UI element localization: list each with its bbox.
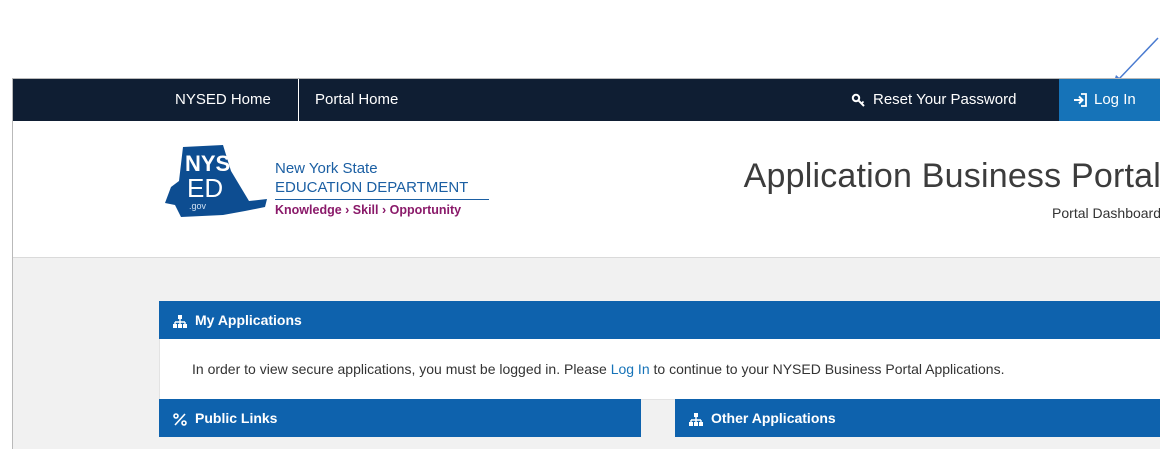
org-divider [275,199,489,200]
site-header: NYS ED .gov New York State EDUCATION DEP… [13,121,1160,258]
other-applications-header: Other Applications [675,399,1160,437]
inline-login-link[interactable]: Log In [611,361,650,377]
message-text-start: In order to view secure applications, yo… [192,361,611,377]
org-tagline: Knowledge › Skill › Opportunity [275,203,462,217]
message-text-end: to continue to your NYSED Business Porta… [649,361,1005,377]
nav-divider [298,79,299,121]
page-subtitle: Portal Dashboard [1052,205,1160,221]
public-links-header: Public Links [159,399,641,437]
page-title: Application Business Portal [743,157,1160,195]
link-icon [173,412,187,426]
my-applications-title: My Applications [195,312,302,328]
public-links-title: Public Links [195,410,278,426]
org-name-block: New York State EDUCATION DEPARTMENT Know… [275,159,505,217]
login-label: Log In [1094,91,1136,108]
nys-map-icon: NYS ED .gov [165,145,267,217]
nysed-home-link[interactable]: NYSED Home [175,79,271,121]
nysed-logo[interactable]: NYS ED .gov [161,141,271,231]
sign-in-icon [1074,93,1087,107]
logo-gov-text: .gov [189,201,207,211]
org-line-state: New York State [275,160,378,177]
portal-home-link[interactable]: Portal Home [315,79,398,121]
my-applications-body: In order to view secure applications, yo… [159,339,1160,400]
top-navigation-bar: NYSED Home Portal Home Reset Your Passwo… [13,79,1160,121]
sitemap-icon [689,412,703,426]
org-line-department: EDUCATION DEPARTMENT [275,179,469,196]
login-button[interactable]: Log In [1059,79,1160,121]
key-icon [851,93,865,107]
other-applications-title: Other Applications [711,410,836,426]
my-applications-header: My Applications [159,301,1160,339]
logo-ed-text: ED [187,173,223,203]
reset-password-link[interactable]: Reset Your Password [851,79,1016,121]
portal-window: NYSED Home Portal Home Reset Your Passwo… [12,78,1160,449]
sitemap-icon [173,314,187,328]
reset-password-label: Reset Your Password [873,91,1017,108]
login-required-message: In order to view secure applications, yo… [192,339,1004,399]
